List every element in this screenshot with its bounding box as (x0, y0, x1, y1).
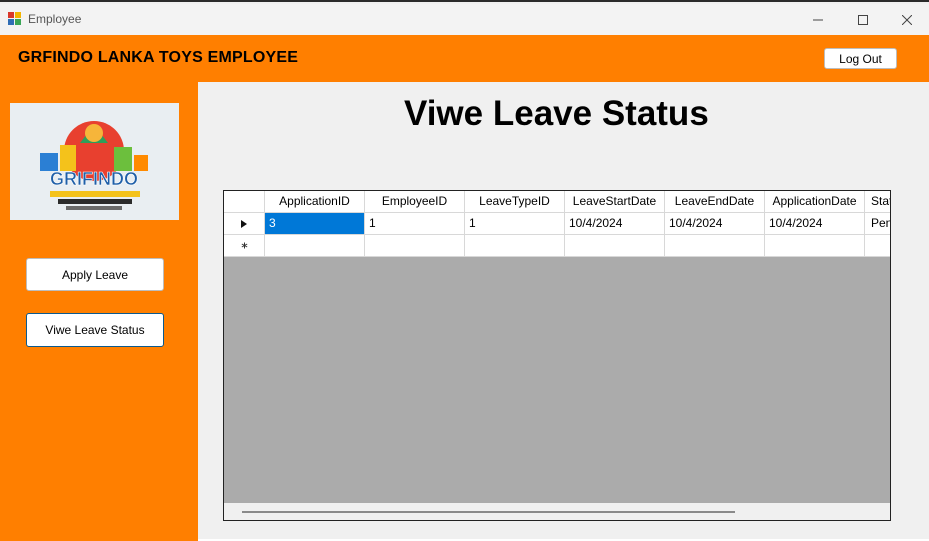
apply-leave-button[interactable]: Apply Leave (26, 258, 164, 291)
table-cell[interactable] (665, 235, 765, 257)
table-cell[interactable]: Pend (865, 213, 890, 235)
svg-text:GRIFINDO: GRIFINDO (50, 169, 138, 189)
minimize-icon[interactable] (795, 4, 841, 35)
table-cell[interactable]: 10/4/2024 (665, 213, 765, 235)
table-cell[interactable] (865, 235, 890, 257)
horizontal-scrollbar[interactable] (224, 503, 890, 520)
table-cell[interactable]: 3 (265, 213, 365, 235)
column-header-leave-end-date[interactable]: LeaveEndDate (665, 191, 765, 213)
header-corner[interactable] (224, 191, 265, 213)
employee-window: Employee GRFINDO LANKA TOYS EMPLOYEE Log… (0, 0, 929, 541)
table-cell[interactable]: 1 (465, 213, 565, 235)
new-table-row[interactable] (224, 235, 890, 257)
brand-title: GRFINDO LANKA TOYS EMPLOYEE (18, 49, 299, 66)
column-header-leave-start-date[interactable]: LeaveStartDate (565, 191, 665, 213)
grifindo-logo-icon: GRIFINDO (10, 103, 179, 220)
sidebar: GRIFINDO Apply Leave Viwe Leave Status (0, 82, 198, 541)
new-row-asterisk-icon[interactable] (224, 235, 265, 257)
page-title: Viwe Leave Status (404, 94, 709, 133)
column-header-leave-type-id[interactable]: LeaveTypeID (465, 191, 565, 213)
view-leave-status-button[interactable]: Viwe Leave Status (26, 313, 164, 347)
column-header-application-date[interactable]: ApplicationDate (765, 191, 865, 213)
grid-header-row: ApplicationID EmployeeID LeaveTypeID Lea… (224, 191, 890, 213)
window-title: Employee (28, 12, 82, 26)
app-header: GRFINDO LANKA TOYS EMPLOYEE Log Out (0, 35, 929, 82)
table-cell[interactable] (565, 235, 665, 257)
table-cell[interactable]: 10/4/2024 (565, 213, 665, 235)
table-cell[interactable]: 1 (365, 213, 465, 235)
column-header-employee-id[interactable]: EmployeeID (365, 191, 465, 213)
scrollbar-thumb[interactable] (242, 511, 735, 513)
table-cell[interactable] (265, 235, 365, 257)
table-cell[interactable] (765, 235, 865, 257)
title-bar: Employee (0, 4, 929, 35)
table-cell[interactable] (365, 235, 465, 257)
column-header-application-id[interactable]: ApplicationID (265, 191, 365, 213)
logout-button[interactable]: Log Out (824, 48, 897, 69)
table-cell[interactable] (465, 235, 565, 257)
close-icon[interactable] (884, 4, 929, 35)
maximize-icon[interactable] (840, 4, 886, 35)
app-icon (8, 12, 22, 26)
column-header-status[interactable]: Stat (865, 191, 890, 213)
leave-status-grid[interactable]: ApplicationID EmployeeID LeaveTypeID Lea… (223, 190, 891, 521)
row-pointer-icon[interactable] (224, 213, 265, 235)
table-row[interactable]: 3 1 1 10/4/2024 10/4/2024 10/4/2024 Pend (224, 213, 890, 235)
table-cell[interactable]: 10/4/2024 (765, 213, 865, 235)
